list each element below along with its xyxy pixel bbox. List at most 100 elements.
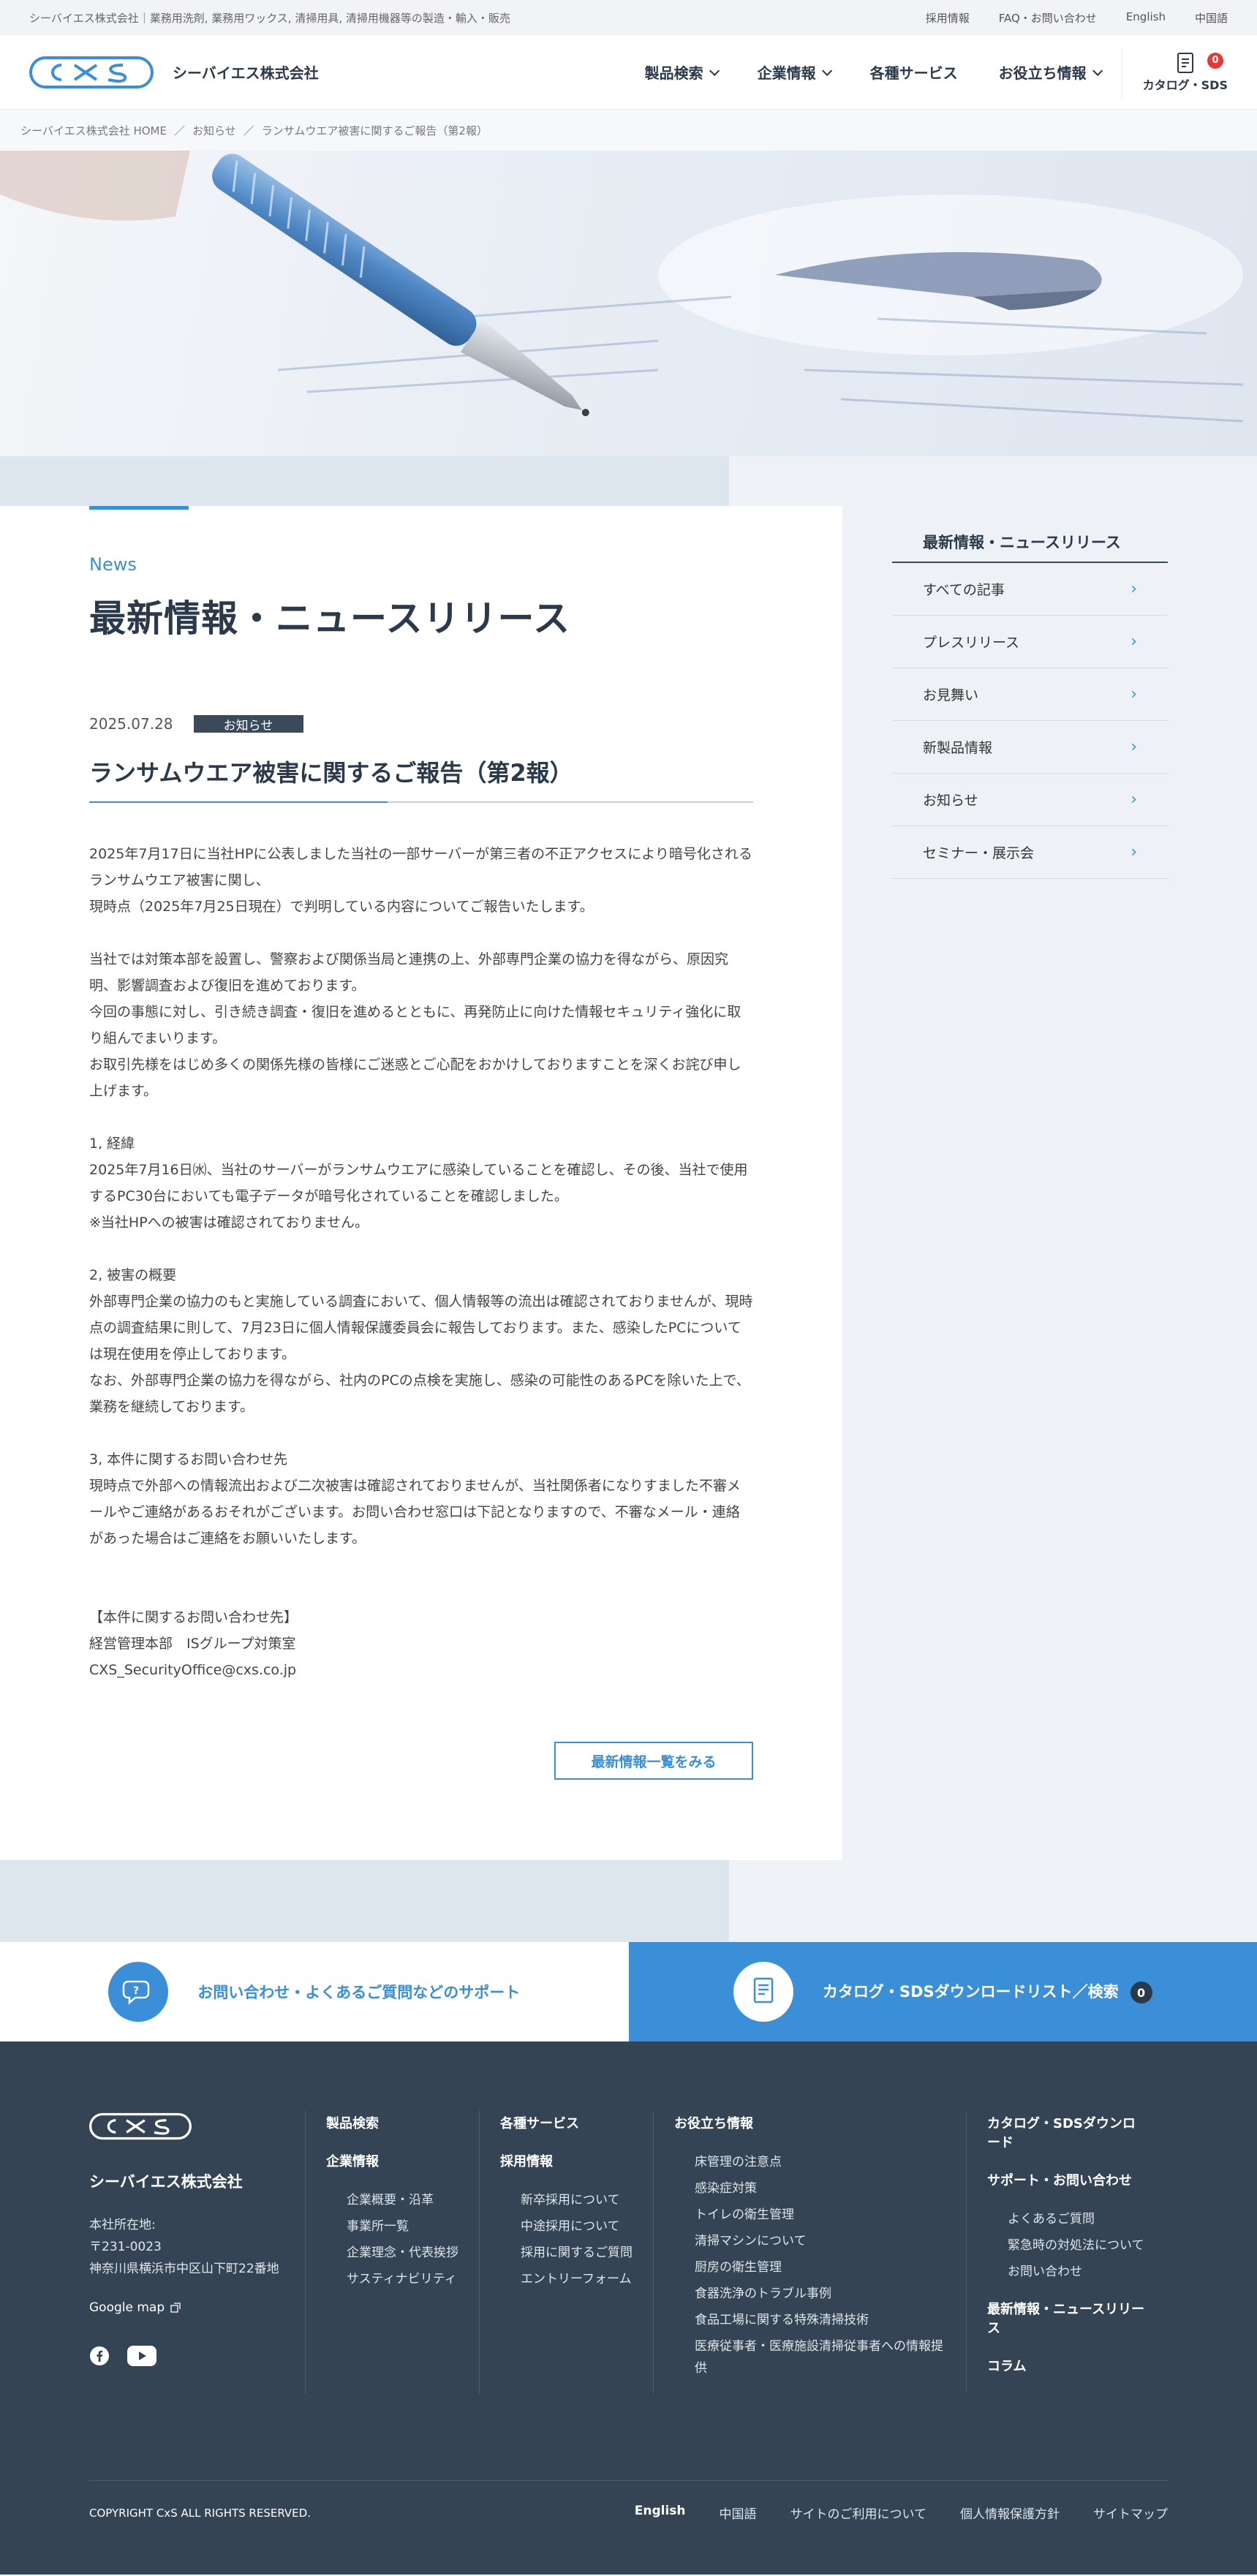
catalog-count-badge: 0 [1130, 1982, 1152, 2004]
sidebar-item-sympathy[interactable]: お見舞い › [892, 668, 1168, 721]
chinese-link[interactable]: 中国語 [1195, 10, 1228, 26]
article-paragraph: 2025年7月17日に当社HPに公表しました当社の一部サーバーが第三者の不正アク… [89, 846, 752, 915]
footer-link[interactable]: 床管理の注意点 [674, 2151, 945, 2173]
footer-sitemap-link[interactable]: サイトマップ [1093, 2504, 1168, 2522]
breadcrumb-home[interactable]: シーバイエス株式会社 HOME [20, 123, 167, 138]
footer-link[interactable]: 企業概要・沿革 [326, 2189, 458, 2211]
footer-bottom: COPYRIGHT CxS ALL RIGHTS RESERVED. Engli… [89, 2480, 1168, 2545]
article-paragraph: 3, 本件に関するお問い合わせ先 現時点で外部への情報流出および二次被害は確認さ… [89, 1451, 741, 1546]
footer-link[interactable]: 新卒採用について [500, 2189, 633, 2211]
chevron-right-icon: › [1130, 580, 1137, 598]
sidebar-item-new-products[interactable]: 新製品情報 › [892, 721, 1168, 774]
catalog-label: カタログ・SDS [1142, 78, 1228, 92]
footer-link[interactable]: よくあるご質問 [987, 2208, 1147, 2230]
footer-link-support[interactable]: サポート・お問い合わせ [987, 2173, 1132, 2188]
footer-link-catalog[interactable]: カタログ・SDSダウンロード [987, 2116, 1136, 2150]
facebook-icon[interactable] [89, 2346, 110, 2369]
chevron-down-icon [821, 65, 832, 76]
catalog-download-link[interactable]: カタログ・SDSダウンロードリスト／検索 0 [628, 1942, 1257, 2041]
footer-terms-link[interactable]: サイトのご利用について [790, 2504, 927, 2522]
footer-link-useful-info[interactable]: お役立ち情報 [674, 2116, 753, 2131]
footer-link-product-search[interactable]: 製品検索 [326, 2116, 379, 2131]
footer-chinese-link[interactable]: 中国語 [720, 2504, 757, 2522]
footer-link-column[interactable]: コラム [987, 2359, 1026, 2374]
footer-col-useful-info: お役立ち情報 床管理の注意点 感染症対策 トイレの衛生管理 清掃マシンについて … [653, 2110, 966, 2394]
cxs-logo-icon [29, 56, 154, 88]
nav-services[interactable]: 各種サービス [870, 61, 958, 83]
google-map-link[interactable]: Google map [89, 2300, 305, 2315]
footer-link[interactable]: 採用に関するご質問 [500, 2242, 633, 2264]
footer-link[interactable]: 企業理念・代表挨拶 [326, 2242, 458, 2264]
page-title: 最新情報・ニュースリリース [89, 597, 570, 640]
footer-company-name: シーバイエス株式会社 [89, 2173, 243, 2191]
content-area: News 最新情報・ニュースリリース 2025.07.28 お知らせ ランサムウ… [0, 456, 1257, 1942]
article-body: 2025年7月17日に当社HPに公表しました当社の一部サーバーが第三者の不正アク… [89, 841, 753, 1683]
youtube-icon[interactable] [127, 2346, 156, 2369]
footer-col-products: 製品検索 企業情報 企業概要・沿革 事業所一覧 企業理念・代表挨拶 サスティナビ… [305, 2110, 479, 2394]
footer-link[interactable]: 清掃マシンについて [674, 2230, 945, 2252]
footer-english-link[interactable]: English [635, 2504, 686, 2522]
footer-link-services[interactable]: 各種サービス [500, 2116, 579, 2131]
footer-privacy-link[interactable]: 個人情報保護方針 [960, 2504, 1060, 2522]
top-bar: シーバイエス株式会社｜業務用洗剤, 業務用ワックス, 清掃用具, 清掃用機器等の… [0, 0, 1257, 35]
footer-link[interactable]: サスティナビリティ [326, 2268, 458, 2290]
category-badge: お知らせ [193, 715, 303, 733]
footer-link[interactable]: 緊急時の対処法について [987, 2235, 1147, 2256]
breadcrumb-separator: ／ [173, 124, 185, 137]
faq-link[interactable]: FAQ・お問い合わせ [999, 10, 1097, 26]
catalog-sds-button[interactable]: カタログ・SDS 0 [1121, 46, 1228, 98]
copyright: COPYRIGHT CxS ALL RIGHTS RESERVED. [89, 2506, 311, 2520]
chevron-down-icon [709, 65, 720, 76]
sidebar-item-notices[interactable]: お知らせ › [892, 774, 1168, 826]
utility-links: 採用情報 FAQ・お問い合わせ English 中国語 [926, 10, 1228, 26]
article-paragraph: 2, 被害の概要 外部専門企業の協力のもと実施している調査において、個人情報等の… [89, 1267, 753, 1415]
chevron-right-icon: › [1130, 790, 1137, 809]
footer-link[interactable]: エントリーフォーム [500, 2268, 633, 2290]
social-links [89, 2346, 305, 2369]
nav-company-info[interactable]: 企業情報 [758, 61, 832, 83]
footer-link-news[interactable]: 最新情報・ニュースリリース [987, 2302, 1144, 2336]
footer-link-company-info[interactable]: 企業情報 [326, 2154, 379, 2169]
logo-link[interactable]: シーバイエス株式会社 [29, 53, 319, 91]
document-list-icon [1177, 52, 1193, 73]
document-list-icon [733, 1962, 793, 2022]
footer-link[interactable]: 中途採用について [500, 2216, 633, 2237]
nav-useful-info[interactable]: お役立ち情報 [999, 61, 1103, 83]
footer-col-support: カタログ・SDSダウンロード サポート・お問い合わせ よくあるご質問 緊急時の対… [966, 2110, 1168, 2394]
footer-company: シーバイエス株式会社 本社所在地: 〒231-0023 神奈川県横浜市中区山下町… [89, 2110, 305, 2394]
cxs-logo-icon [89, 2112, 192, 2140]
article-title: ランサムウエア被害に関するご報告（第2報） [89, 755, 753, 803]
sidebar-item-all[interactable]: すべての記事 › [892, 563, 1168, 616]
footer-link[interactable]: 食器洗浄のトラブル事例 [674, 2283, 945, 2305]
sidebar-item-seminars[interactable]: セミナー・展示会 › [892, 826, 1168, 879]
nav-product-search[interactable]: 製品検索 [645, 61, 720, 83]
footer-link[interactable]: トイレの衛生管理 [674, 2204, 945, 2226]
footer-link[interactable]: 事業所一覧 [326, 2216, 458, 2237]
breadcrumb-news[interactable]: お知らせ [192, 123, 236, 138]
recruit-link[interactable]: 採用情報 [926, 10, 970, 26]
chat-question-icon: ? [108, 1962, 169, 2022]
article-date: 2025.07.28 [89, 715, 173, 733]
footer-link[interactable]: 感染症対策 [674, 2177, 945, 2199]
footer-link[interactable]: 厨房の衛生管理 [674, 2256, 945, 2278]
footer-link[interactable]: 医療従事者・医療施設清掃従事者への情報提供 [674, 2335, 945, 2379]
external-link-icon [170, 2303, 181, 2313]
chevron-right-icon: › [1130, 738, 1137, 756]
chevron-down-icon [1092, 65, 1103, 76]
footer-link[interactable]: 食品工場に関する特殊清掃技術 [674, 2309, 945, 2331]
footer-link-recruit[interactable]: 採用情報 [500, 2154, 553, 2169]
breadcrumb-separator: ／ [243, 124, 254, 137]
back-to-news-button[interactable]: 最新情報一覧をみる [554, 1742, 753, 1780]
site-footer: シーバイエス株式会社 本社所在地: 〒231-0023 神奈川県横浜市中区山下町… [0, 2041, 1257, 2575]
sidebar-heading: 最新情報・ニュースリリース [892, 506, 1168, 563]
support-label: お問い合わせ・よくあるご質問などのサポート [197, 1984, 521, 2001]
support-strip: ? お問い合わせ・よくあるご質問などのサポート カタログ・SDSダウンロードリス… [0, 1942, 1257, 2041]
support-link[interactable]: ? お問い合わせ・よくあるご質問などのサポート [0, 1942, 629, 2041]
pen-and-chart-illustration [0, 151, 1244, 423]
footer-link[interactable]: お問い合わせ [987, 2261, 1147, 2283]
chevron-right-icon: › [1130, 843, 1137, 861]
catalog-count-badge: 0 [1207, 52, 1223, 69]
english-link[interactable]: English [1126, 10, 1166, 26]
breadcrumb-current: ランサムウエア被害に関するご報告（第2報） [261, 124, 488, 137]
sidebar-item-press[interactable]: プレスリリース › [892, 616, 1168, 668]
